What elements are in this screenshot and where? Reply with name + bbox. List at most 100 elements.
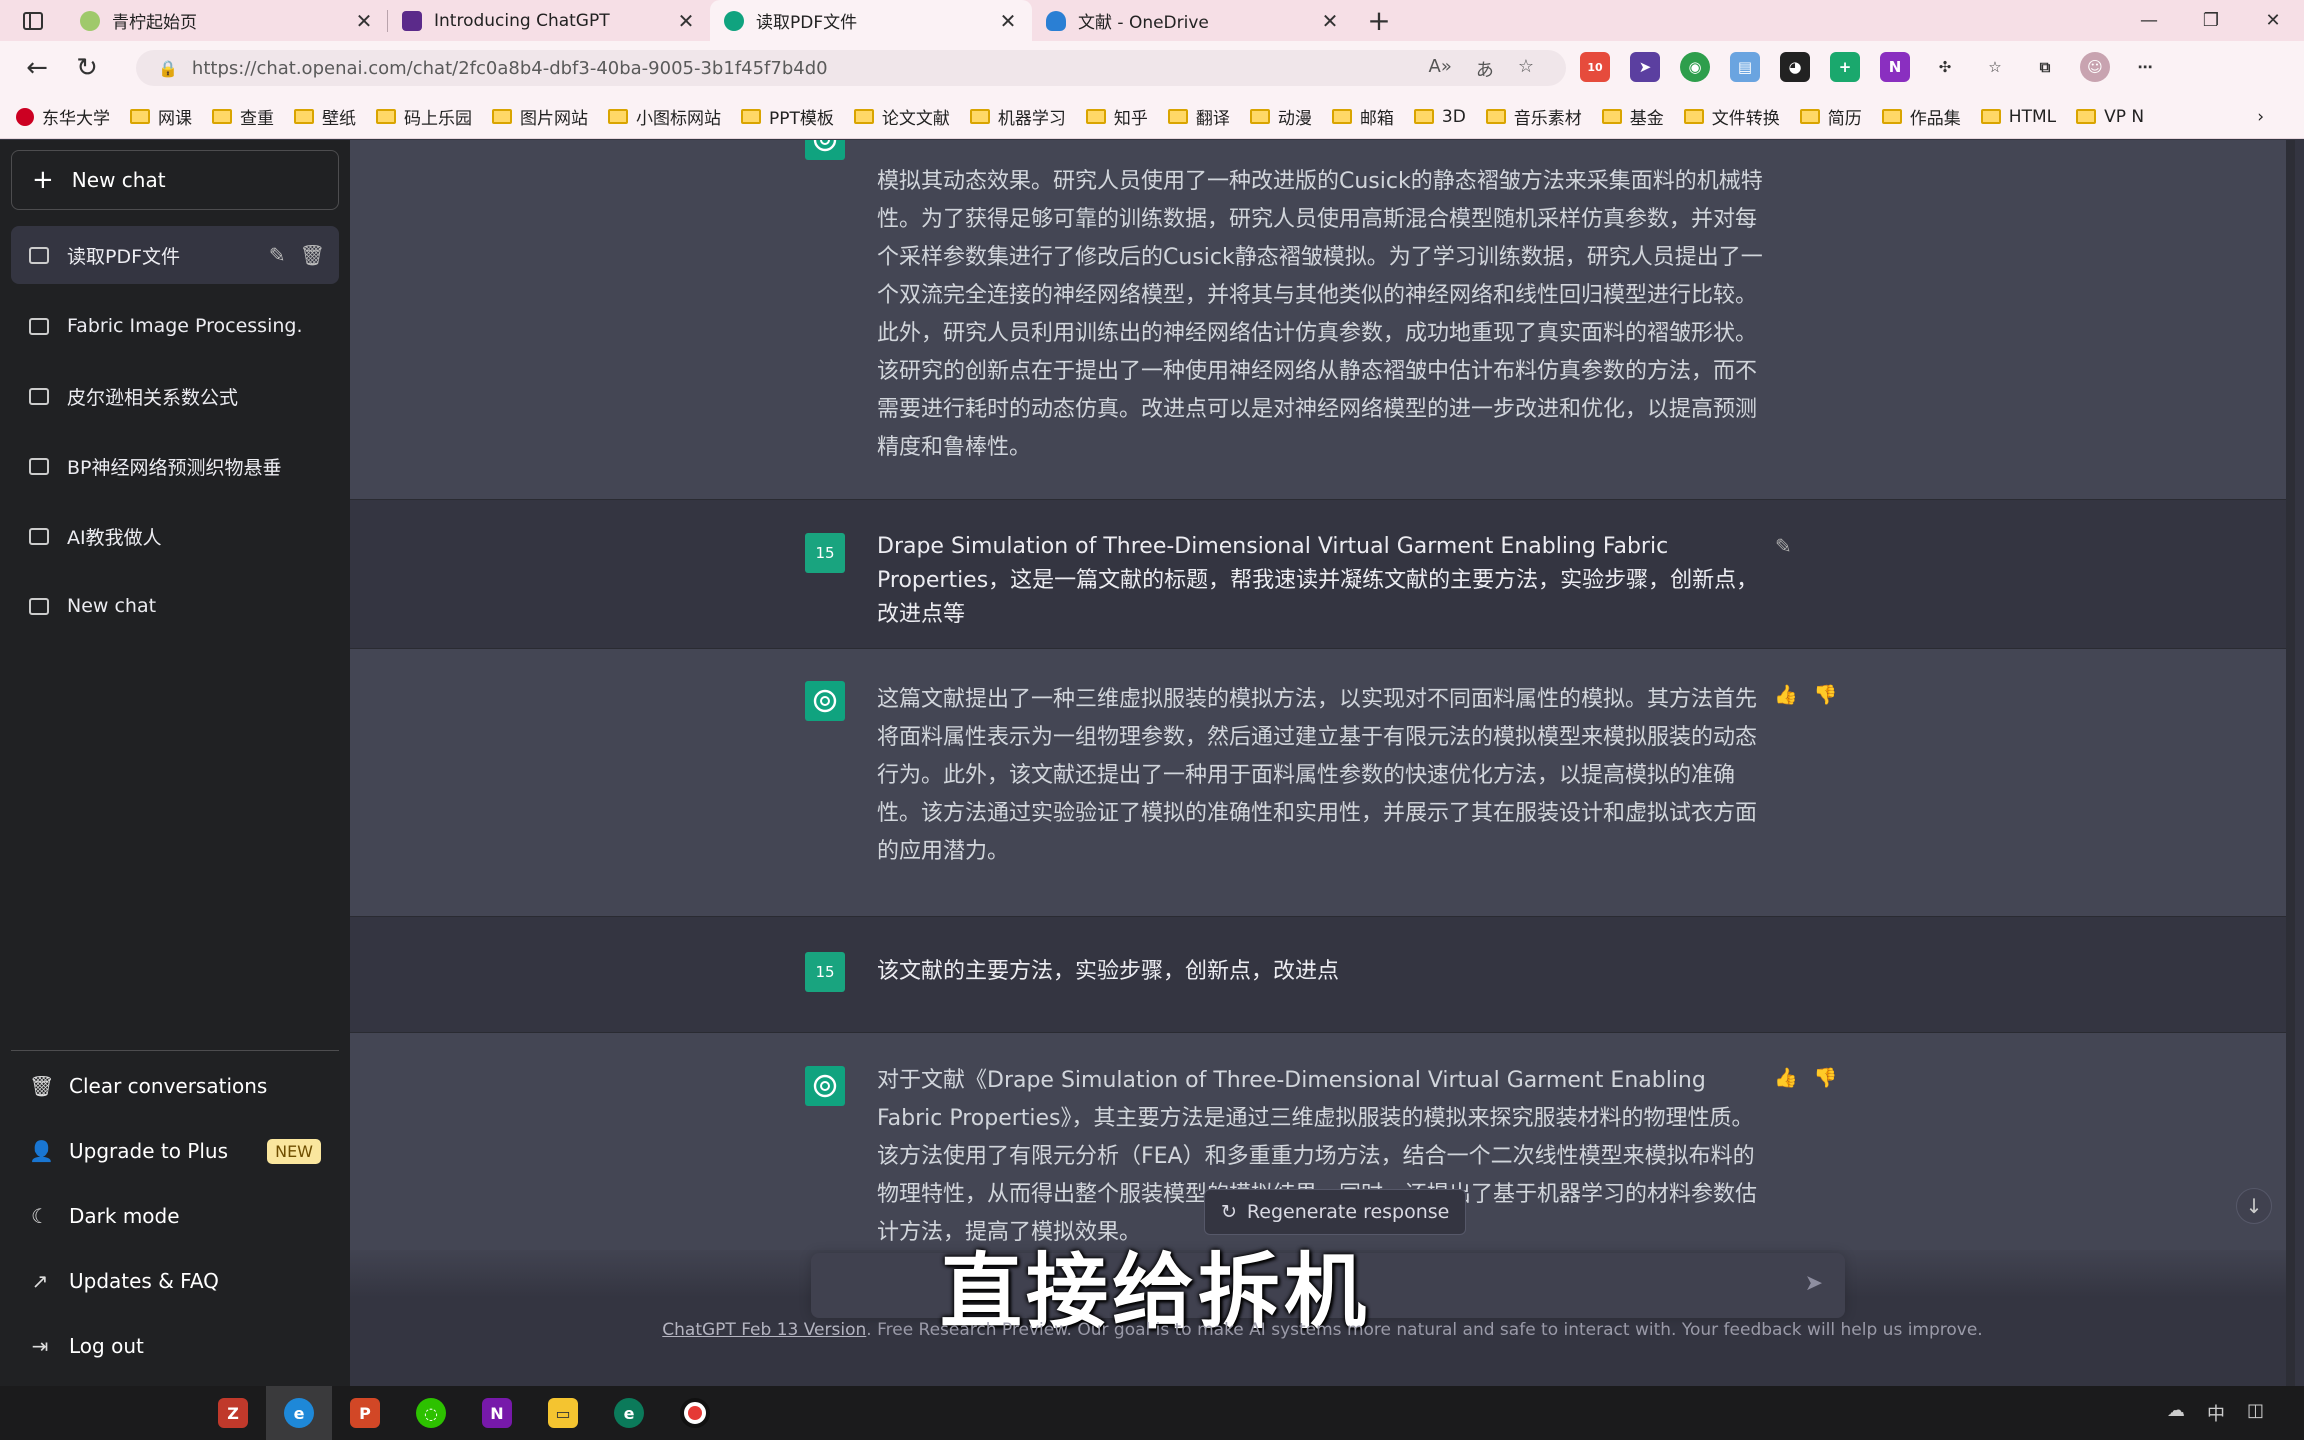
extension-onenote-icon[interactable]: N: [1880, 52, 1910, 82]
extension-plus-icon[interactable]: +: [1830, 52, 1860, 82]
user-avatar: 15: [805, 952, 845, 992]
bookmark-folder[interactable]: 基金: [1601, 104, 1664, 129]
new-chat-label: New chat: [71, 168, 166, 192]
conversation-item-active[interactable]: 读取PDF文件 ✎ 🗑: [11, 226, 339, 284]
taskbar-powerpoint-icon[interactable]: P: [332, 1386, 398, 1440]
close-window-icon[interactable]: ✕: [2242, 0, 2304, 41]
dark-mode-button[interactable]: ☾ Dark mode: [11, 1188, 339, 1244]
tab-introducing-chatgpt[interactable]: Introducing ChatGPT ✕: [388, 0, 710, 41]
bookmark-folder[interactable]: HTML: [1980, 107, 2056, 127]
chat-area: 模拟其动态效果。研究人员使用了一种改进版的Cusick的静态褶皱方法来采集面料的…: [350, 140, 2295, 1386]
read-aloud-icon[interactable]: A»: [1429, 56, 1452, 82]
taskbar-zotero-icon[interactable]: Z: [200, 1386, 266, 1440]
thumbs-down-icon[interactable]: 👎: [1814, 1066, 1838, 1089]
sidebar-divider: [11, 1050, 339, 1051]
edit-pencil-icon[interactable]: ✎: [269, 243, 286, 267]
taskbar-record-icon[interactable]: [662, 1386, 728, 1440]
edit-message-icon[interactable]: ✎: [1775, 534, 1792, 558]
minimize-icon[interactable]: —: [2118, 0, 2180, 41]
taskbar-explorer-icon[interactable]: ▭: [530, 1386, 596, 1440]
bookmark-folder[interactable]: 机器学习: [969, 104, 1066, 129]
bookmark-folder[interactable]: VP N: [2076, 107, 2144, 127]
profile-avatar-icon[interactable]: ☺: [2080, 52, 2110, 82]
bookmark-folder[interactable]: 邮箱: [1331, 104, 1394, 129]
extension-arrow-icon[interactable]: ➤: [1630, 52, 1660, 82]
scrollbar[interactable]: [2286, 140, 2295, 1386]
bookmark-folder[interactable]: 壁纸: [294, 104, 356, 129]
system-tray: ☁ 中 ◫: [2167, 1400, 2264, 1426]
bookmark-folder[interactable]: 动漫: [1249, 104, 1312, 129]
bookmark-item[interactable]: 东华大学: [16, 104, 110, 129]
extension-badge-icon[interactable]: 10: [1580, 52, 1610, 82]
folder-icon: [294, 109, 314, 124]
bookmark-folder[interactable]: 3D: [1413, 107, 1466, 127]
bookmark-folder[interactable]: 论文文献: [853, 104, 950, 129]
notification-icon[interactable]: ◫: [2247, 1400, 2264, 1426]
conversation-item[interactable]: 皮尔逊相关系数公式: [11, 367, 339, 425]
thumbs-down-icon[interactable]: 👎: [1814, 683, 1838, 706]
taskbar-wechat-icon[interactable]: ◌: [398, 1386, 464, 1440]
taskbar-edge-dev-icon[interactable]: e: [596, 1386, 662, 1440]
back-icon[interactable]: ←: [12, 44, 62, 92]
updates-faq-link[interactable]: ↗ Updates & FAQ: [11, 1253, 339, 1309]
bookmark-folder[interactable]: 作品集: [1881, 104, 1961, 129]
url-field[interactable]: 🔒 https://chat.openai.com/chat/2fc0a8b4-…: [136, 50, 1566, 86]
upgrade-button[interactable]: 👤 Upgrade to Plus NEW: [11, 1123, 339, 1179]
bookmark-folder[interactable]: 音乐素材: [1485, 104, 1582, 129]
new-chat-button[interactable]: + New chat: [11, 150, 339, 210]
restore-icon[interactable]: ❐: [2180, 0, 2242, 41]
conversation-item[interactable]: Fabric Image Processing.: [11, 297, 339, 355]
bookmark-folder[interactable]: 网课: [130, 104, 192, 129]
new-tab-icon[interactable]: +: [1354, 0, 1404, 41]
thumbs-up-icon[interactable]: 👍: [1774, 1066, 1798, 1089]
version-link[interactable]: ChatGPT Feb 13 Version: [662, 1320, 866, 1340]
bookmark-folder[interactable]: 翻译: [1167, 104, 1230, 129]
input-method-icon[interactable]: 中: [2207, 1400, 2225, 1426]
trash-icon[interactable]: 🗑: [300, 243, 325, 267]
conversation-item[interactable]: BP神经网络预测织物悬垂: [11, 437, 339, 495]
thumbs-up-icon[interactable]: 👍: [1774, 683, 1798, 706]
more-menu-icon[interactable]: ⋯: [2130, 52, 2160, 82]
close-tab-icon[interactable]: ✕: [674, 9, 698, 33]
collections-icon[interactable]: ⧉: [2030, 52, 2060, 82]
close-tab-icon[interactable]: ✕: [352, 9, 376, 33]
bookmark-folder[interactable]: 文件转换: [1683, 104, 1780, 129]
favorite-star-icon[interactable]: ☆: [1518, 56, 1534, 82]
footer-text: . Free Research Preview. Our goal is to …: [866, 1320, 1983, 1340]
scroll-down-icon[interactable]: ↓: [2236, 1188, 2272, 1224]
tab-qingning[interactable]: 青柠起始页 ✕: [66, 0, 388, 41]
tab-actions-icon[interactable]: [0, 0, 66, 41]
folder-icon: [1167, 109, 1188, 124]
conversation-item[interactable]: New chat: [11, 577, 339, 635]
close-tab-icon[interactable]: ✕: [1318, 9, 1342, 33]
tab-read-pdf[interactable]: 读取PDF文件 ✕: [710, 0, 1032, 41]
extension-globe-icon[interactable]: ◉: [1680, 52, 1710, 82]
bookmarks-more-icon[interactable]: ›: [2257, 107, 2264, 127]
bookmark-folder[interactable]: 查重: [212, 104, 274, 129]
extension-mask-icon[interactable]: ◕: [1780, 52, 1810, 82]
favorites-icon[interactable]: ☆: [1980, 52, 2010, 82]
bookmark-folder[interactable]: 小图标网站: [608, 104, 721, 129]
refresh-icon[interactable]: ↻: [62, 44, 112, 92]
bookmark-folder[interactable]: 知乎: [1085, 104, 1148, 129]
taskbar-edge-icon[interactable]: e: [266, 1386, 332, 1440]
onedrive-cloud-icon[interactable]: ☁: [2167, 1400, 2185, 1426]
extensions-puzzle-icon[interactable]: ✣: [1930, 52, 1960, 82]
trash-icon: 🗑: [29, 1074, 55, 1098]
tab-onedrive[interactable]: 文献 - OneDrive ✕: [1032, 0, 1354, 41]
translate-icon[interactable]: あ: [1476, 56, 1494, 82]
close-tab-icon[interactable]: ✕: [996, 9, 1020, 33]
bookmark-folder[interactable]: PPT模板: [741, 104, 834, 129]
send-icon[interactable]: ➤: [1805, 1271, 1823, 1296]
extension-doc-icon[interactable]: ▤: [1730, 52, 1760, 82]
dhu-logo-icon: [16, 107, 34, 126]
conversation-label: 皮尔逊相关系数公式: [67, 386, 239, 409]
user-icon: 👤: [29, 1139, 54, 1163]
conversation-item[interactable]: AI教我做人: [11, 507, 339, 565]
clear-conversations-button[interactable]: 🗑 Clear conversations: [11, 1058, 339, 1114]
bookmark-folder[interactable]: 简历: [1799, 104, 1862, 129]
bookmark-folder[interactable]: 码上乐园: [376, 104, 472, 129]
taskbar-onenote-icon[interactable]: N: [464, 1386, 530, 1440]
bookmark-folder[interactable]: 图片网站: [492, 104, 588, 129]
logout-button[interactable]: ⇥ Log out: [11, 1318, 339, 1374]
